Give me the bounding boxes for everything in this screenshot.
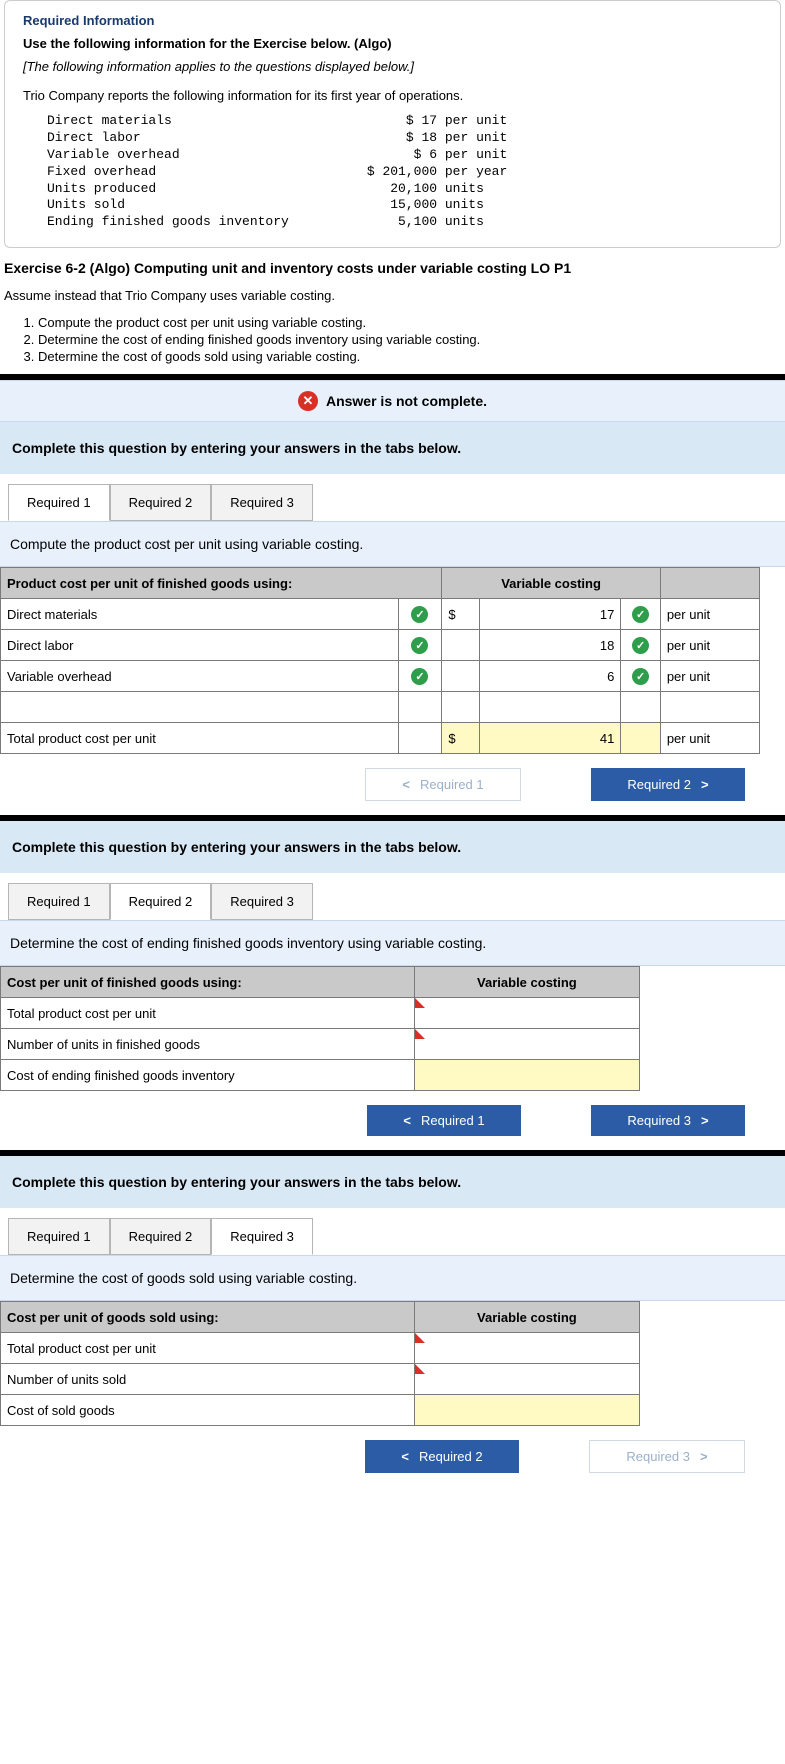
r1-h2: Variable costing bbox=[442, 568, 661, 599]
r3-table: Cost per unit of goods sold using: Varia… bbox=[0, 1301, 640, 1426]
r3-input-1[interactable] bbox=[414, 1333, 639, 1364]
answer-status-text: Answer is not complete. bbox=[326, 393, 487, 409]
tabs-2: Required 1 Required 2 Required 3 bbox=[0, 873, 785, 920]
chevron-right-icon: > bbox=[701, 1113, 709, 1128]
r2-total bbox=[414, 1060, 639, 1091]
tabs-1: Required 1 Required 2 Required 3 bbox=[0, 474, 785, 521]
check-icon bbox=[632, 637, 649, 654]
r1-desc: Compute the product cost per unit using … bbox=[0, 521, 785, 567]
r2-table: Cost per unit of finished goods using: V… bbox=[0, 966, 640, 1091]
complete-banner-3: Complete this question by entering your … bbox=[0, 1156, 785, 1208]
company-intro: Trio Company reports the following infor… bbox=[23, 88, 762, 103]
tab-required-1[interactable]: Required 1 bbox=[8, 484, 110, 521]
task-1: Compute the product cost per unit using … bbox=[38, 315, 781, 330]
tab-required-2[interactable]: Required 2 bbox=[110, 484, 212, 521]
r1-dm-label: Direct materials bbox=[1, 599, 399, 630]
complete-banner-2: Complete this question by entering your … bbox=[0, 821, 785, 873]
assume-text: Assume instead that Trio Company uses va… bbox=[4, 288, 781, 303]
r1-total-label: Total product cost per unit bbox=[1, 723, 399, 754]
task-2: Determine the cost of ending finished go… bbox=[38, 332, 781, 347]
tabs-3: Required 1 Required 2 Required 3 bbox=[0, 1208, 785, 1255]
chevron-left-icon: < bbox=[402, 777, 410, 792]
r2-row3: Cost of ending finished goods inventory bbox=[1, 1060, 415, 1091]
next-button-r3: Required 3 > bbox=[589, 1440, 745, 1473]
applies-note: [The following information applies to th… bbox=[23, 59, 762, 74]
use-following-info: Use the following information for the Ex… bbox=[23, 36, 762, 51]
tab-required-1[interactable]: Required 1 bbox=[8, 1218, 110, 1255]
r2-input-1[interactable] bbox=[414, 998, 639, 1029]
chevron-left-icon: < bbox=[401, 1449, 409, 1464]
r3-row3: Cost of sold goods bbox=[1, 1395, 415, 1426]
check-icon bbox=[411, 637, 428, 654]
task-3: Determine the cost of goods sold using v… bbox=[38, 349, 781, 364]
data-table-mono: Direct materials $ 17 per unit Direct la… bbox=[47, 113, 762, 231]
r3-row1: Total product cost per unit bbox=[1, 1333, 415, 1364]
unit-label: per unit bbox=[660, 723, 759, 754]
dollar-sign: $ bbox=[442, 599, 479, 630]
tab-required-3[interactable]: Required 3 bbox=[211, 1218, 313, 1255]
r2-h1: Cost per unit of finished goods using: bbox=[1, 967, 415, 998]
r2-desc: Determine the cost of ending finished go… bbox=[0, 920, 785, 966]
chevron-right-icon: > bbox=[701, 777, 709, 792]
r1-dl-label: Direct labor bbox=[1, 630, 399, 661]
next-button-r2[interactable]: Required 3 > bbox=[591, 1105, 745, 1136]
r3-desc: Determine the cost of goods sold using v… bbox=[0, 1255, 785, 1301]
error-marker-icon bbox=[415, 1029, 425, 1039]
r3-total bbox=[414, 1395, 639, 1426]
tab-required-1[interactable]: Required 1 bbox=[8, 883, 110, 920]
dollar-sign: $ bbox=[442, 723, 479, 754]
check-icon bbox=[411, 606, 428, 623]
check-icon bbox=[632, 668, 649, 685]
r2-h2: Variable costing bbox=[414, 967, 639, 998]
unit-label: per unit bbox=[660, 630, 759, 661]
r1-vo-value[interactable]: 6 bbox=[479, 661, 621, 692]
error-marker-icon bbox=[415, 998, 425, 1008]
check-icon bbox=[632, 606, 649, 623]
r3-h1: Cost per unit of goods sold using: bbox=[1, 1302, 415, 1333]
prev-button-r3[interactable]: < Required 2 bbox=[365, 1440, 519, 1473]
r3-h2: Variable costing bbox=[414, 1302, 639, 1333]
r3-input-2[interactable] bbox=[414, 1364, 639, 1395]
r1-vo-label: Variable overhead bbox=[1, 661, 399, 692]
error-icon: ✕ bbox=[298, 391, 318, 411]
unit-label: per unit bbox=[660, 661, 759, 692]
task-list: Compute the product cost per unit using … bbox=[24, 315, 781, 364]
r2-row1: Total product cost per unit bbox=[1, 998, 415, 1029]
next-button-r1[interactable]: Required 2 > bbox=[591, 768, 745, 801]
r1-dm-value[interactable]: 17 bbox=[479, 599, 621, 630]
exercise-title: Exercise 6-2 (Algo) Computing unit and i… bbox=[4, 260, 781, 276]
r3-row2: Number of units sold bbox=[1, 1364, 415, 1395]
r2-row2: Number of units in finished goods bbox=[1, 1029, 415, 1060]
r1-dl-value[interactable]: 18 bbox=[479, 630, 621, 661]
prev-button-r2[interactable]: < Required 1 bbox=[367, 1105, 521, 1136]
answer-status-banner: ✕ Answer is not complete. bbox=[0, 380, 785, 422]
complete-banner-1: Complete this question by entering your … bbox=[0, 422, 785, 474]
error-marker-icon bbox=[415, 1364, 425, 1374]
required-information-panel: Required Information Use the following i… bbox=[4, 0, 781, 248]
tab-required-2[interactable]: Required 2 bbox=[110, 883, 212, 920]
tab-required-3[interactable]: Required 3 bbox=[211, 484, 313, 521]
tab-required-2[interactable]: Required 2 bbox=[110, 1218, 212, 1255]
error-marker-icon bbox=[415, 1333, 425, 1343]
section-header: Required Information bbox=[23, 13, 762, 28]
r2-input-2[interactable] bbox=[414, 1029, 639, 1060]
tab-required-3[interactable]: Required 3 bbox=[211, 883, 313, 920]
prev-button-r1: < Required 1 bbox=[365, 768, 521, 801]
r1-total-value: 41 bbox=[479, 723, 621, 754]
chevron-right-icon: > bbox=[700, 1449, 708, 1464]
check-icon bbox=[411, 668, 428, 685]
chevron-left-icon: < bbox=[403, 1113, 411, 1128]
r1-h1: Product cost per unit of finished goods … bbox=[1, 568, 442, 599]
unit-label: per unit bbox=[660, 599, 759, 630]
r1-table: Product cost per unit of finished goods … bbox=[0, 567, 760, 754]
